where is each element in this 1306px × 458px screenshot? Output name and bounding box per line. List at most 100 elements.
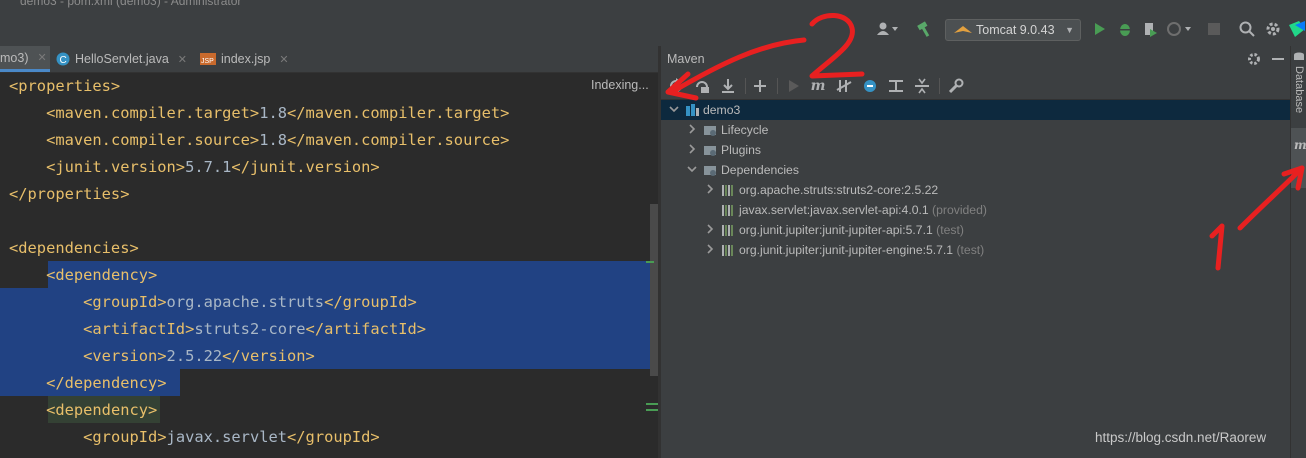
xml-tag: <version> [83, 347, 167, 365]
code-line: <groupId>org.apache.struts</groupId> [9, 289, 658, 316]
xml-tag: </maven.compiler.source> [287, 131, 510, 149]
code-editor[interactable]: <properties> <maven.compiler.target>1.8<… [0, 73, 658, 458]
code-line: <artifactId>struts2-core</artifactId> [9, 316, 658, 343]
xml-tag: <groupId> [83, 428, 167, 446]
code-line: <maven.compiler.source>1.8</maven.compil… [9, 127, 658, 154]
collapse-icon[interactable] [911, 74, 933, 98]
add-icon[interactable] [749, 74, 771, 98]
tree-item-label: org.junit.jupiter:junit-jupiter-api:5.7.… [739, 223, 964, 237]
tree-item-text: Plugins [721, 143, 761, 157]
watermark: https://blog.csdn.net/Raorew [1095, 430, 1267, 445]
main-toolbar: Tomcat 9.0.43 ▼ [0, 8, 1306, 47]
toolbar-separator [745, 78, 746, 94]
generate-sources-icon[interactable] [691, 74, 713, 98]
tomcat-icon [954, 26, 972, 33]
xml-tag: <properties> [9, 77, 121, 95]
tree-item-dependencies[interactable]: Dependencies [661, 160, 1290, 180]
stop-icon[interactable] [1204, 19, 1224, 39]
code-line: <properties> [9, 73, 658, 100]
code-line: <dependency> [9, 262, 658, 289]
tree-item-text: javax.servlet:javax.servlet-api:4.0.1 [739, 203, 929, 217]
chevron-right-icon[interactable] [687, 143, 697, 157]
skip-tests-icon[interactable] [859, 74, 881, 98]
profile-icon[interactable] [1164, 19, 1194, 39]
chevron-down-icon: ▼ [1065, 25, 1074, 35]
tab-pom[interactable]: mo3) ✕ [0, 46, 50, 72]
close-icon[interactable]: ✕ [37, 51, 46, 64]
tree-item-org-apache-struts[interactable]: org.apache.struts:struts2-core:2.5.22 [661, 180, 1290, 200]
xml-tag: <dependencies> [9, 239, 139, 257]
library-icon [721, 223, 735, 240]
tab-label: mo3) [0, 50, 29, 65]
chevron-right-icon[interactable] [705, 183, 715, 197]
tree-item-demo3[interactable]: demo3 [661, 100, 1290, 120]
minimize-icon[interactable] [1269, 50, 1287, 68]
library-icon [721, 243, 735, 260]
dependency-scope: (provided) [928, 203, 987, 217]
svg-text:C: C [60, 55, 67, 66]
download-icon[interactable] [717, 74, 739, 98]
gear-icon[interactable] [1245, 50, 1263, 68]
chevron-right-icon[interactable] [705, 223, 715, 237]
dependency-scope: (test) [932, 223, 964, 237]
search-icon[interactable] [1237, 19, 1257, 39]
window-titlebar: demo3 - pom.xml (demo3) - Administrator [0, 0, 1306, 8]
xml-tag: </groupId> [287, 428, 380, 446]
maven-panel: Maven m demo3 Lifecycle Plugins Dependen… [661, 46, 1290, 458]
debug-icon[interactable] [1115, 19, 1135, 39]
code-line: <junit.version>5.7.1</junit.version> [9, 154, 658, 181]
code-line: <maven.compiler.target>1.8</maven.compil… [9, 100, 658, 127]
tree-item-label: Plugins [721, 143, 761, 157]
tab-helloservlet[interactable]: C HelloServlet.java ✕ [56, 46, 187, 72]
xml-tag: </version> [222, 347, 315, 365]
close-icon[interactable]: ✕ [178, 53, 187, 66]
toolbar-separator [939, 78, 940, 94]
chevron-down-icon[interactable] [669, 104, 679, 117]
tree-item-text: org.apache.struts:struts2-core:2.5.22 [739, 183, 939, 197]
tree-item-text: org.junit.jupiter:junit-jupiter-api:5.7.… [739, 223, 933, 237]
xml-tag: <artifactId> [83, 320, 195, 338]
user-icon[interactable] [872, 19, 902, 39]
indexing-status: Indexing... [591, 78, 649, 92]
tree-item-org-junit-jupiter[interactable]: org.junit.jupiter:junit-jupiter-api:5.7.… [661, 220, 1290, 240]
xml-tag: <groupId> [83, 293, 167, 311]
run-config-select[interactable]: Tomcat 9.0.43 ▼ [945, 19, 1081, 41]
xml-tag: </maven.compiler.target> [287, 104, 510, 122]
maven-goal-icon[interactable]: m [807, 74, 829, 98]
database-tab-label: Database [1293, 66, 1305, 114]
maven-tab[interactable]: m [1291, 128, 1306, 188]
chevron-right-icon[interactable] [705, 243, 715, 257]
chevron-down-icon[interactable] [687, 164, 697, 177]
reload-icon[interactable] [665, 74, 687, 98]
hammer-icon[interactable] [914, 19, 936, 39]
coverage-icon[interactable] [1140, 19, 1160, 39]
tree-item-lifecycle[interactable]: Lifecycle [661, 120, 1290, 140]
jsp-file-icon: JSP [200, 53, 216, 65]
xml-text: javax.servlet [166, 428, 288, 446]
chevron-right-icon[interactable] [687, 123, 697, 137]
tree-item-javax-servlet[interactable]: javax.servlet:javax.servlet-api:4.0.1 (p… [661, 200, 1290, 220]
gear-icon[interactable] [1263, 19, 1283, 39]
folder-gear-icon [703, 123, 717, 140]
xml-tag: <maven.compiler.target> [46, 104, 260, 122]
editor-scrollbar[interactable] [650, 204, 658, 376]
run-icon[interactable] [1090, 19, 1110, 39]
close-icon[interactable]: ✕ [279, 53, 288, 66]
settings-wrench-icon[interactable] [945, 74, 967, 98]
tree-item-label: org.apache.struts:struts2-core:2.5.22 [739, 183, 938, 197]
show-dependencies-icon[interactable] [885, 74, 907, 98]
tree-item-plugins[interactable]: Plugins [661, 140, 1290, 160]
tab-index-jsp[interactable]: JSP index.jsp ✕ [200, 46, 289, 72]
database-tab[interactable]: Database [1291, 46, 1306, 122]
code-line: <version>2.5.22</version> [9, 343, 658, 370]
toolbar-separator [777, 78, 778, 94]
tab-label: HelloServlet.java [75, 52, 169, 66]
tree-item-org-junit-jupiter[interactable]: org.junit.jupiter:junit-jupiter-engine:5… [661, 240, 1290, 260]
toggle-offline-icon[interactable] [833, 74, 855, 98]
jetbrains-logo-icon[interactable] [1288, 19, 1306, 39]
svg-text:JSP: JSP [201, 58, 214, 65]
run-icon[interactable] [783, 74, 805, 98]
